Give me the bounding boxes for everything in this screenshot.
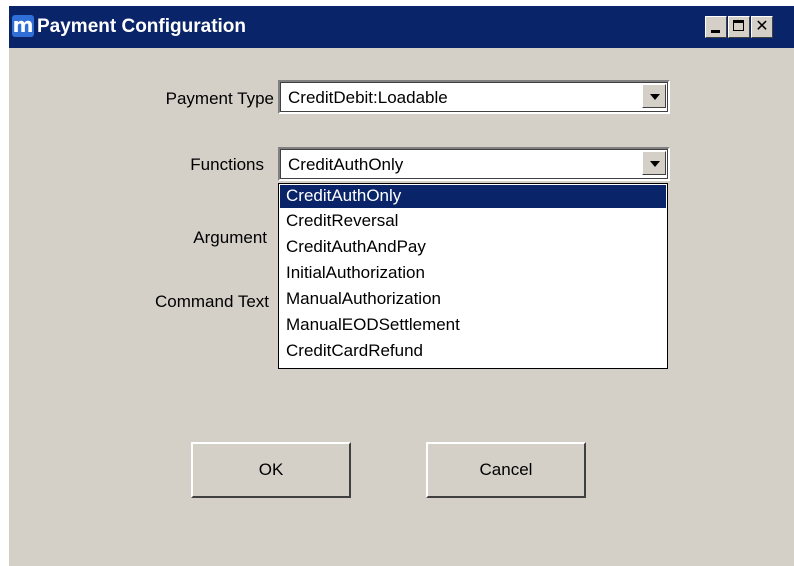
dropdown-option[interactable]: CreditAuthOnly xyxy=(280,185,666,208)
functions-value: CreditAuthOnly xyxy=(288,155,404,174)
minimize-button[interactable] xyxy=(705,16,727,38)
maximize-button[interactable] xyxy=(728,16,750,38)
minimize-icon xyxy=(711,30,720,33)
cancel-button[interactable]: Cancel xyxy=(426,442,586,498)
maximize-icon xyxy=(733,20,744,31)
chevron-down-icon xyxy=(650,94,660,100)
functions-combobox[interactable]: CreditAuthOnly xyxy=(278,147,670,181)
dropdown-option[interactable]: CreditReversal xyxy=(280,210,666,233)
dropdown-option[interactable]: CreditAuthAndPay xyxy=(280,236,666,259)
window-title: Payment Configuration xyxy=(37,16,247,37)
functions-dropdown-button[interactable] xyxy=(642,151,666,175)
close-icon: ✕ xyxy=(755,16,769,35)
payment-type-label: Payment Type xyxy=(165,89,274,108)
payment-type-value: CreditDebit:Loadable xyxy=(288,88,448,107)
app-icon: m xyxy=(12,13,34,37)
dropdown-option[interactable]: ManualAuthorization xyxy=(280,288,666,311)
close-button[interactable]: ✕ xyxy=(751,16,773,38)
argument-label: Argument xyxy=(193,228,267,247)
dropdown-option[interactable]: CreditCardRefund xyxy=(280,340,666,363)
title-bar[interactable]: m Payment Configuration ✕ xyxy=(9,6,794,48)
payment-type-combobox[interactable]: CreditDebit:Loadable xyxy=(278,80,670,114)
chevron-down-icon xyxy=(650,161,660,167)
functions-dropdown-list[interactable]: CreditAuthOnly CreditReversal CreditAuth… xyxy=(278,183,668,369)
functions-label: Functions xyxy=(190,155,264,174)
command-text-label: Command Text xyxy=(154,292,269,311)
dropdown-option[interactable]: InitialAuthorization xyxy=(280,262,666,285)
ok-button[interactable]: OK xyxy=(191,442,351,498)
payment-type-dropdown-button[interactable] xyxy=(642,84,666,108)
dropdown-option[interactable]: ManualEODSettlement xyxy=(280,314,666,337)
